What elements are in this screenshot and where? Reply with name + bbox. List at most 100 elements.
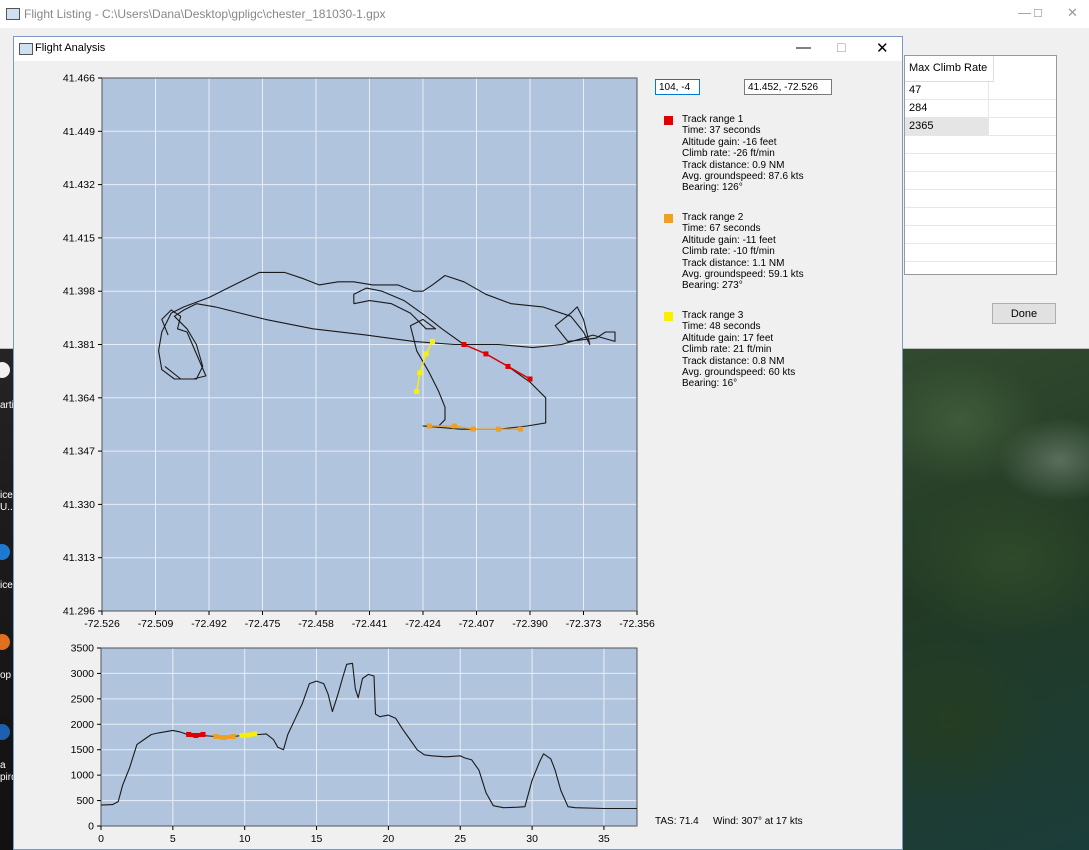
y-tick-label: 2500 (71, 693, 95, 705)
y-tick-label: 0 (88, 821, 94, 833)
track-range-3-point (417, 370, 423, 376)
range-track-distance: Track distance: 0.9 NM (682, 159, 785, 171)
track-range-3-line (416, 340, 434, 393)
track-range-2-point (470, 426, 476, 432)
climb-rate-table[interactable]: Max Climb Rate 47 284 2365 (904, 55, 1057, 275)
x-tick-label: 10 (239, 833, 251, 845)
track-range-3-point (423, 351, 429, 357)
table-row[interactable]: 284 (905, 100, 1056, 118)
range-bearing: Bearing: 16° (682, 378, 738, 390)
track-range-2-point (230, 733, 236, 739)
y-tick-label: 41.449 (63, 126, 95, 138)
table-row[interactable] (905, 172, 1056, 190)
x-tick-label: 30 (526, 833, 538, 845)
pixel-coordinate-input[interactable]: 104, -4 (655, 79, 700, 95)
x-tick-label: -72.407 (459, 618, 495, 630)
table-row[interactable]: 47 (905, 82, 1056, 100)
desktop-icon-label: ice (0, 580, 13, 591)
x-tick-label: -72.509 (138, 618, 174, 630)
desktop-icon-label: a (0, 760, 6, 771)
y-tick-label: 41.313 (63, 552, 95, 564)
range-title: Track range 2 (682, 212, 744, 223)
track-range-1-point (527, 376, 533, 382)
flight-track-line (353, 287, 547, 430)
y-tick-label: 41.398 (63, 286, 95, 298)
table-row[interactable] (905, 244, 1056, 262)
desktop-app-icon[interactable] (0, 724, 10, 740)
range-time: Time: 48 seconds (682, 321, 761, 333)
range-2-swatch (664, 214, 673, 223)
table-row[interactable] (905, 208, 1056, 226)
range-time: Time: 67 seconds (682, 223, 761, 235)
range-altitude-gain: Altitude gain: -16 feet (682, 136, 777, 148)
table-row[interactable]: 2365 (905, 118, 1056, 136)
track-range-2-point (518, 426, 524, 432)
track-range-1-point (193, 732, 199, 738)
y-tick-label: 1000 (71, 770, 95, 782)
range-bearing: Bearing: 126° (682, 182, 743, 194)
x-tick-label: -72.390 (512, 618, 548, 630)
range-altitude-gain: Altitude gain: -11 feet (682, 234, 776, 246)
latlon-coordinate-input[interactable]: 41.452, -72.526 (744, 79, 832, 95)
desktop-app-icon[interactable] (0, 362, 10, 378)
altitude-profile-line (100, 662, 637, 810)
range-track-distance: Track distance: 1.1 NM (682, 257, 785, 269)
range-climb-rate: Climb rate: 21 ft/min (682, 344, 772, 356)
track-range-2-point (496, 426, 502, 432)
table-row[interactable] (905, 154, 1056, 172)
x-tick-label: 0 (98, 833, 104, 845)
table-row[interactable] (905, 136, 1056, 154)
range-groundspeed: Avg. groundspeed: 59.1 kts (682, 268, 804, 280)
track-range-2-point (451, 423, 457, 429)
y-tick-label: 41.364 (63, 392, 95, 404)
x-tick-label: 25 (454, 833, 466, 845)
table-row[interactable] (905, 190, 1056, 208)
y-tick-label: 41.466 (63, 73, 95, 85)
track-range-2-point (213, 733, 219, 739)
x-tick-label: 35 (598, 833, 610, 845)
wind-readout: Wind: 307° at 17 kts (713, 816, 803, 827)
track-range-3-point (252, 731, 258, 737)
desktop-app-icon[interactable] (0, 634, 10, 650)
table-cell: 284 (905, 100, 989, 117)
x-tick-label: -72.526 (84, 618, 120, 630)
track-range-1-point (461, 342, 467, 347)
flight-track-line (158, 271, 616, 380)
close-icon[interactable]: ✕ (1067, 5, 1078, 21)
minimize-icon[interactable]: — (1018, 5, 1031, 20)
table-cell: 2365 (905, 118, 989, 135)
y-tick-label: 41.381 (63, 339, 95, 351)
y-tick-label: 41.415 (63, 232, 95, 244)
y-tick-label: 1500 (71, 744, 95, 756)
table-header-max-climb-rate[interactable]: Max Climb Rate (905, 56, 994, 82)
range-3-swatch (664, 312, 673, 321)
x-tick-label: -72.373 (566, 618, 602, 630)
y-tick-label: 41.296 (63, 606, 95, 618)
x-tick-label: -72.475 (245, 618, 281, 630)
listing-title-bar[interactable]: Flight Listing - C:\Users\Dana\Desktop\g… (0, 0, 1089, 28)
range-title: Track range 3 (682, 310, 744, 321)
track-range-2-point (426, 423, 432, 429)
desktop-icon-label: U.. (0, 502, 13, 513)
range-1-swatch (664, 116, 673, 125)
track-range-2-point (220, 735, 226, 741)
range-groundspeed: Avg. groundspeed: 60 kts (682, 366, 796, 378)
x-tick-label: 20 (383, 833, 395, 845)
range-altitude-gain: Altitude gain: 17 feet (682, 332, 774, 344)
x-tick-label: -72.458 (298, 618, 334, 630)
x-tick-label: -72.492 (191, 618, 227, 630)
flight-analysis-window: Flight Analysis — ☐ ✕ -72.526 -72.509 -72.… (13, 36, 903, 850)
range-time: Time: 37 seconds (682, 125, 761, 137)
track-range-3-point (246, 732, 252, 738)
desktop-app-icon[interactable] (0, 544, 10, 560)
done-button[interactable]: Done (992, 303, 1056, 324)
x-tick-label: -72.441 (352, 618, 388, 630)
tas-readout: TAS: 71.4 (655, 816, 699, 827)
desktop-icon-label: ice (0, 490, 13, 501)
track-range-1-point (505, 363, 511, 369)
maximize-icon[interactable]: ☐ (1033, 7, 1043, 20)
x-tick-label: -72.424 (405, 618, 441, 630)
y-tick-label: 500 (76, 795, 94, 807)
table-row[interactable] (905, 226, 1056, 244)
y-tick-label: 2000 (71, 719, 95, 731)
